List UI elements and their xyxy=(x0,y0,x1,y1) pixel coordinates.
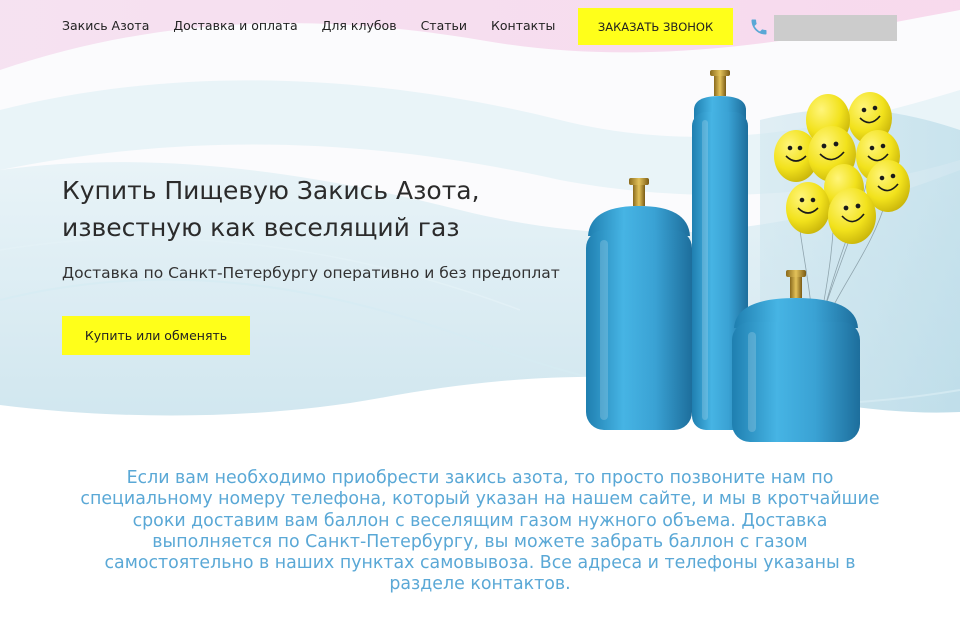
nav-item-nitrous-oxide[interactable]: Закись Азота xyxy=(62,18,149,33)
left-cylinder xyxy=(586,178,692,430)
phone-number-redacted xyxy=(774,15,897,41)
nav-item-for-clubs[interactable]: Для клубов xyxy=(322,18,397,33)
hero-title-line2: известную как веселящий газ xyxy=(62,213,460,242)
hero-title: Купить Пищевую Закись Азота, известную к… xyxy=(62,172,562,246)
top-navigation: Закись Азота Доставка и оплата Для клубо… xyxy=(0,0,960,52)
nav-item-contacts[interactable]: Контакты xyxy=(491,18,555,33)
phone-icon[interactable] xyxy=(749,17,769,37)
gas-cylinders-illustration xyxy=(570,60,930,450)
nav-links: Закись Азота Доставка и оплата Для клубо… xyxy=(62,18,579,33)
right-cylinder xyxy=(732,270,860,442)
balloons xyxy=(774,92,910,244)
hero-subtitle: Доставка по Санкт-Петербургу оперативно … xyxy=(62,264,560,282)
nav-item-articles[interactable]: Статьи xyxy=(421,18,467,33)
request-call-button[interactable]: ЗАКАЗАТЬ ЗВОНОК xyxy=(578,8,733,45)
info-paragraph: Если вам необходимо приобрести закись аз… xyxy=(80,468,880,595)
nav-item-delivery-payment[interactable]: Доставка и оплата xyxy=(173,18,297,33)
buy-or-exchange-button[interactable]: Купить или обменять xyxy=(62,316,250,355)
hero-title-line1: Купить Пищевую Закись Азота, xyxy=(62,176,480,205)
